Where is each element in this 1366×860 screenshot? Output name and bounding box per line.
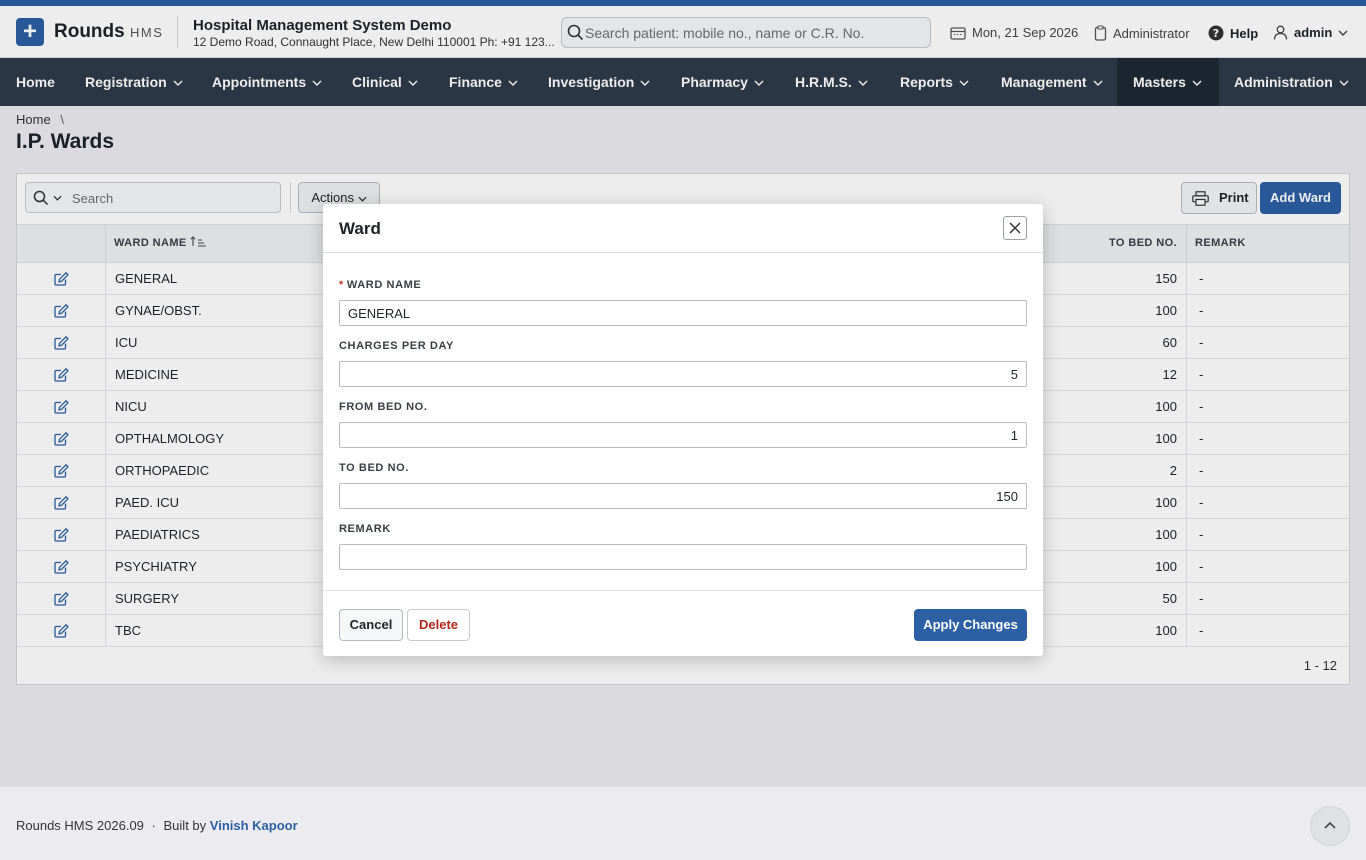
ward-name-label: * WARD NAME (339, 279, 421, 291)
close-dialog-button[interactable] (1003, 216, 1027, 240)
remark-label: REMARK (339, 523, 391, 535)
from-bed-label: FROM BED NO. (339, 401, 428, 413)
footer-author-link[interactable]: Vinish Kapoor (210, 818, 298, 833)
ward-name-field[interactable] (339, 300, 1027, 326)
footer-built-by: Built by (163, 818, 207, 833)
scroll-to-top-button[interactable] (1310, 806, 1350, 846)
footer-version: Rounds HMS 2026.09 (16, 818, 144, 833)
ward-dialog: Ward *WARD NAME CHARGES PER DAY FROM BED… (323, 204, 1043, 656)
charges-label: CHARGES PER DAY (339, 340, 454, 352)
charges-per-day-field[interactable] (339, 361, 1027, 387)
footer-text: Rounds HMS 2026.09 · Built by Vinish Kap… (16, 818, 298, 833)
dialog-footer: Cancel Delete Apply Changes (323, 590, 1043, 656)
dialog-header: Ward (323, 204, 1043, 253)
cancel-button[interactable]: Cancel (339, 609, 403, 641)
apply-changes-button[interactable]: Apply Changes (914, 609, 1027, 641)
to-bed-label: TO BED NO. (339, 462, 409, 474)
remark-field[interactable] (339, 544, 1027, 570)
required-marker: * (339, 279, 344, 291)
to-bed-field[interactable] (339, 483, 1027, 509)
from-bed-field[interactable] (339, 422, 1027, 448)
footer: Rounds HMS 2026.09 · Built by Vinish Kap… (0, 786, 1366, 860)
dialog-title: Ward (339, 219, 381, 238)
footer-dot: · (151, 818, 156, 833)
close-icon (1009, 222, 1021, 234)
ward-name-label-text: WARD NAME (346, 279, 422, 291)
chevron-up-icon (1324, 821, 1336, 829)
delete-button[interactable]: Delete (407, 609, 470, 641)
